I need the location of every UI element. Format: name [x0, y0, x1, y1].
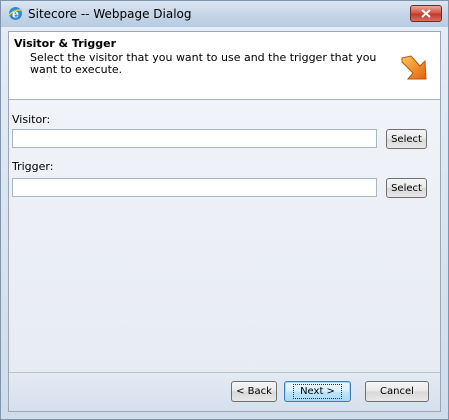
page-title: Visitor & Trigger — [14, 37, 117, 50]
wizard-footer: < Back Next > Cancel — [9, 372, 440, 411]
dialog-client-area: Visitor & Trigger Select the visitor tha… — [8, 31, 441, 412]
close-button[interactable] — [410, 5, 442, 22]
form-area: Visitor: Select Trigger: Select — [9, 100, 440, 373]
ie-icon: e — [8, 6, 23, 21]
next-button-label: Next > — [293, 384, 342, 399]
visitor-select-button[interactable]: Select — [386, 129, 427, 149]
trigger-label: Trigger: — [12, 160, 54, 173]
next-button[interactable]: Next > — [284, 381, 351, 402]
page-description: Select the visitor that you want to use … — [30, 51, 377, 76]
arrow-icon — [398, 52, 430, 84]
window-title: Sitecore -- Webpage Dialog — [28, 7, 192, 21]
title-bar[interactable]: e Sitecore -- Webpage Dialog — [1, 1, 448, 27]
trigger-select-button[interactable]: Select — [386, 178, 427, 198]
dialog-window: e Sitecore -- Webpage Dialog Visitor & T… — [0, 0, 449, 420]
cancel-button[interactable]: Cancel — [365, 381, 429, 402]
wizard-header: Visitor & Trigger Select the visitor tha… — [9, 32, 440, 100]
visitor-input[interactable] — [12, 129, 377, 148]
close-icon — [421, 9, 431, 18]
trigger-input[interactable] — [12, 178, 377, 197]
visitor-label: Visitor: — [12, 113, 51, 126]
back-button[interactable]: < Back — [231, 381, 277, 402]
